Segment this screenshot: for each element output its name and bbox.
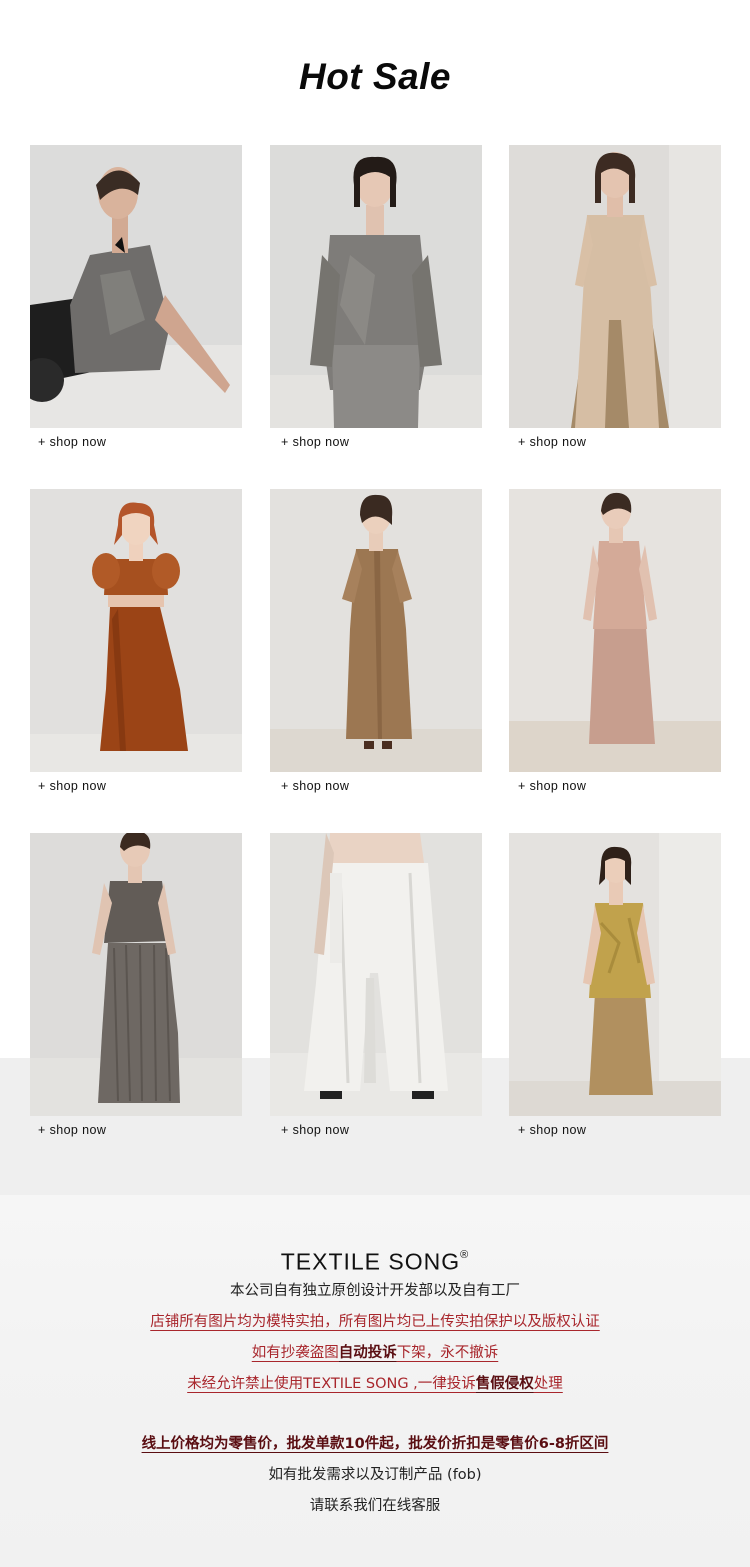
product-photo[interactable] xyxy=(270,489,482,772)
shop-now-link[interactable]: + shop now xyxy=(518,435,586,449)
unauthorized-use-c: 处理 xyxy=(533,1376,563,1392)
product-card[interactable]: + shop now xyxy=(270,145,482,449)
shop-now-link[interactable]: + shop now xyxy=(281,1123,349,1137)
section-title: Hot Sale xyxy=(298,56,452,97)
product-photo[interactable] xyxy=(30,145,242,428)
product-card[interactable]: + shop now xyxy=(509,833,721,1137)
unauthorized-use-notice: 未经允许禁止使用TEXTILE SONG ,一律投诉售假侵权处理 xyxy=(0,1369,750,1400)
product-photo[interactable] xyxy=(270,833,482,1116)
contact-support-text: 请联系我们在线客服 xyxy=(309,1498,441,1514)
registered-mark: ® xyxy=(460,1249,470,1261)
unauthorized-use-a: 未经允许禁止使用TEXTILE SONG ,一律投诉 xyxy=(187,1376,476,1392)
brand-footer: TEXTILE SONG® 本公司自有独立原创设计开发部以及自有工厂 店铺所有图… xyxy=(0,1240,750,1522)
shop-now-link[interactable]: + shop now xyxy=(281,779,349,793)
plagiarism-notice-c: 下架，永不撤诉 xyxy=(396,1345,499,1361)
product-photo[interactable] xyxy=(509,489,721,772)
shop-now-link[interactable]: + shop now xyxy=(38,1123,106,1137)
shop-now-link[interactable]: + shop now xyxy=(38,435,106,449)
plagiarism-notice-a: 如有抄袭盗图 xyxy=(251,1345,339,1361)
unauthorized-use-b: 售假侵权 xyxy=(475,1376,534,1392)
company-statement: 本公司自有独立原创设计开发部以及自有工厂 xyxy=(230,1283,520,1299)
product-photo[interactable] xyxy=(509,145,721,428)
shop-now-link[interactable]: + shop now xyxy=(518,1123,586,1137)
photo-copyright-notice: 店铺所有图片均为模特实拍，所有图片均已上传实拍保护以及版权认证 xyxy=(150,1314,600,1330)
product-photo[interactable] xyxy=(270,145,482,428)
shop-now-link[interactable]: + shop now xyxy=(281,435,349,449)
wholesale-inquiry-text: 如有批发需求以及订制产品 (fob) xyxy=(268,1467,482,1483)
shop-now-link[interactable]: + shop now xyxy=(38,779,106,793)
wholesale-pricing-notice: 线上价格均为零售价，批发单款10件起，批发价折扣是零售价6-8折区间 xyxy=(141,1436,609,1452)
brand-label: TEXTILE SONG xyxy=(280,1248,461,1275)
product-card[interactable]: + shop now xyxy=(270,833,482,1137)
product-card[interactable]: + shop now xyxy=(30,145,242,449)
plagiarism-notice: 如有抄袭盗图自动投诉下架，永不撤诉 xyxy=(0,1338,750,1369)
product-photo[interactable] xyxy=(30,489,242,772)
product-card[interactable]: + shop now xyxy=(509,489,721,793)
product-card[interactable]: + shop now xyxy=(509,145,721,449)
product-photo[interactable] xyxy=(30,833,242,1116)
product-photo[interactable] xyxy=(509,833,721,1116)
product-card[interactable]: + shop now xyxy=(270,489,482,793)
plagiarism-notice-b: 自动投诉 xyxy=(338,1345,397,1361)
product-card[interactable]: + shop now xyxy=(30,833,242,1137)
product-card[interactable]: + shop now xyxy=(30,489,242,793)
brand-name: TEXTILE SONG® xyxy=(0,1240,750,1276)
shop-now-link[interactable]: + shop now xyxy=(518,779,586,793)
